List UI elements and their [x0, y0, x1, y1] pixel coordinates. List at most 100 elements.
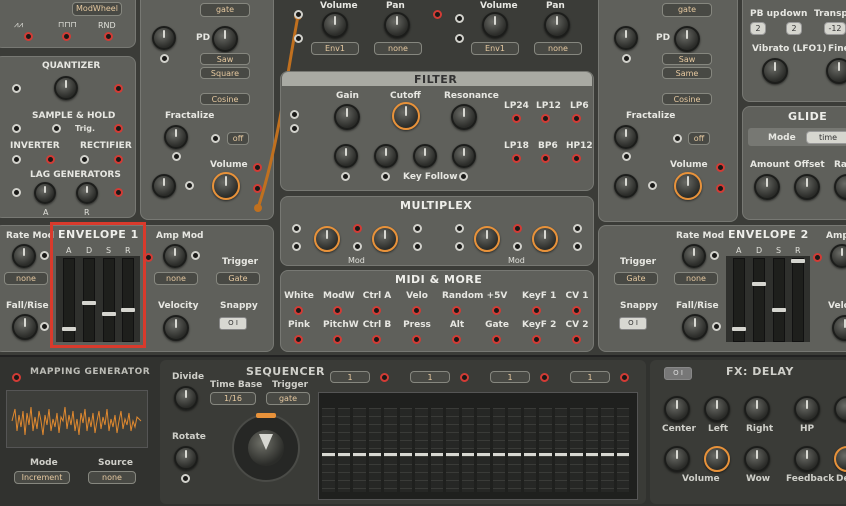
fader-handle[interactable]	[102, 312, 116, 316]
seq-step-11[interactable]	[477, 408, 490, 492]
seq-step-handle[interactable]	[539, 453, 552, 456]
env1-snappy-toggle[interactable]: O I	[219, 317, 247, 330]
env2-fall-rise-jack[interactable]	[712, 322, 721, 331]
seq-step-handle[interactable]	[461, 453, 474, 456]
env1-amp-mod-knob[interactable]	[163, 244, 187, 268]
midi-jack-row2-4[interactable]	[452, 335, 461, 344]
osc-b-cosine-select[interactable]: Cosine	[662, 93, 712, 105]
mapping-mode-select[interactable]: Increment	[14, 471, 70, 484]
mix2-b-jack[interactable]	[455, 34, 464, 43]
osc-a-off-select[interactable]: off	[227, 132, 249, 145]
seq-step-9[interactable]	[446, 408, 459, 492]
seq-step-handle[interactable]	[492, 453, 505, 456]
env2-fader-d[interactable]	[752, 258, 766, 342]
osc-a-volume-knob[interactable]	[212, 172, 240, 200]
vibrato-knob[interactable]	[762, 58, 788, 84]
mux-b-mid2-jack[interactable]	[513, 242, 522, 251]
osc-b-mod-jack[interactable]	[648, 181, 657, 190]
seq-step-5[interactable]	[384, 408, 397, 492]
seq-step-14[interactable]	[523, 408, 536, 492]
seq-step-handle[interactable]	[337, 453, 350, 456]
fx-wow-knob[interactable]	[744, 446, 770, 472]
env1-velocity-knob[interactable]	[163, 315, 189, 341]
fader-handle[interactable]	[791, 259, 805, 263]
filter-cutoff-mod-jack[interactable]	[381, 172, 390, 181]
fx-center-knob[interactable]	[664, 396, 690, 422]
midi-jack-row1-0[interactable]	[294, 306, 303, 315]
midi-jack-row2-2[interactable]	[372, 335, 381, 344]
env1-fader-r[interactable]	[121, 258, 135, 342]
fader-handle[interactable]	[82, 301, 96, 305]
osc-a-saw-select[interactable]: Saw	[200, 53, 250, 65]
env2-fader-s[interactable]	[772, 258, 786, 342]
seq-step-handle[interactable]	[616, 453, 629, 456]
mix2-volume-knob[interactable]	[482, 12, 508, 38]
mix1-pan-knob[interactable]	[384, 12, 410, 38]
mux-in1-jack[interactable]	[292, 224, 301, 233]
filter-cutoff-mod-knob[interactable]	[374, 144, 398, 168]
osc-a-off-jack[interactable]	[211, 134, 220, 143]
midi-jack-row2-0[interactable]	[294, 335, 303, 344]
inverter-in-jack[interactable]	[12, 155, 21, 164]
glide-amount-knob[interactable]	[754, 174, 780, 200]
env1-amp-mod-jack[interactable]	[191, 251, 200, 260]
midi-jack-row1-5[interactable]	[492, 306, 501, 315]
seq-lane-jack-1[interactable]	[460, 373, 469, 382]
seq-step-8[interactable]	[430, 408, 443, 492]
osc-b-off-select[interactable]: off	[688, 132, 710, 145]
seq-step-handle[interactable]	[508, 453, 521, 456]
osc-b-pd-knob[interactable]	[614, 26, 638, 50]
filter-in-a-jack[interactable]	[290, 110, 299, 119]
seq-step-handle[interactable]	[415, 453, 428, 456]
env2-out-jack[interactable]	[813, 253, 822, 262]
mux-b-mid1-jack[interactable]	[513, 224, 522, 233]
seq-step-17[interactable]	[570, 408, 583, 492]
seq-lane-value-0[interactable]: 1	[330, 371, 370, 383]
osc-b-pd-jack[interactable]	[622, 54, 631, 63]
modwheel-select[interactable]: ModWheel	[72, 2, 122, 16]
osc-a-pd-knob[interactable]	[152, 26, 176, 50]
filter-mode-lp6[interactable]: LP6	[570, 101, 589, 111]
sh-trig-jack[interactable]	[52, 124, 61, 133]
filter-res-mod-jack[interactable]	[459, 172, 468, 181]
osc-a-shape-knob[interactable]	[212, 26, 238, 52]
fx-time-knob[interactable]	[704, 446, 730, 472]
midi-jack-row2-5[interactable]	[492, 335, 501, 344]
midi-jack-row1-1[interactable]	[333, 306, 342, 315]
filter-lp24-jack[interactable]	[512, 114, 521, 123]
midi-jack-row1-7[interactable]	[572, 306, 581, 315]
fx-feedback-knob[interactable]	[794, 446, 820, 472]
fader-handle[interactable]	[732, 327, 746, 331]
fine-knob[interactable]	[826, 58, 846, 84]
glide-offset-knob[interactable]	[794, 174, 820, 200]
mux-knob-1[interactable]	[314, 226, 340, 252]
sh-out-jack[interactable]	[114, 124, 123, 133]
transpose-field[interactable]: -12	[824, 22, 846, 35]
seq-step-handle[interactable]	[523, 453, 536, 456]
seq-step-handle[interactable]	[585, 453, 598, 456]
osc-b-fractalize-jack[interactable]	[622, 152, 631, 161]
env2-rate-none-select[interactable]: none	[674, 272, 718, 285]
seq-step-10[interactable]	[461, 408, 474, 492]
seq-step-1[interactable]	[322, 408, 335, 492]
env2-fall-rise-knob[interactable]	[682, 314, 708, 340]
seq-step-handle[interactable]	[601, 453, 614, 456]
seq-step-6[interactable]	[399, 408, 412, 492]
env1-fall-rise-knob[interactable]	[12, 314, 38, 340]
mix2-none-select[interactable]: none	[534, 42, 582, 55]
seq-step-19[interactable]	[601, 408, 614, 492]
mux-b-out2-jack[interactable]	[573, 242, 582, 251]
osc-a-mod-knob[interactable]	[152, 174, 176, 198]
filter-lp6-jack[interactable]	[572, 114, 581, 123]
mux-out1-jack[interactable]	[413, 224, 422, 233]
mix1-a-jack[interactable]	[294, 10, 303, 19]
env1-trigger-select[interactable]: Gate	[216, 272, 260, 285]
lag-r-knob[interactable]	[76, 182, 98, 204]
mux-b-in2-jack[interactable]	[455, 242, 464, 251]
seq-step-handle[interactable]	[384, 453, 397, 456]
seq-divide-knob[interactable]	[174, 386, 198, 410]
midi-jack-row1-2[interactable]	[372, 306, 381, 315]
mux-in2-jack[interactable]	[292, 242, 301, 251]
fx-volume-knob[interactable]	[664, 446, 690, 472]
env1-fader-s[interactable]	[102, 258, 116, 342]
